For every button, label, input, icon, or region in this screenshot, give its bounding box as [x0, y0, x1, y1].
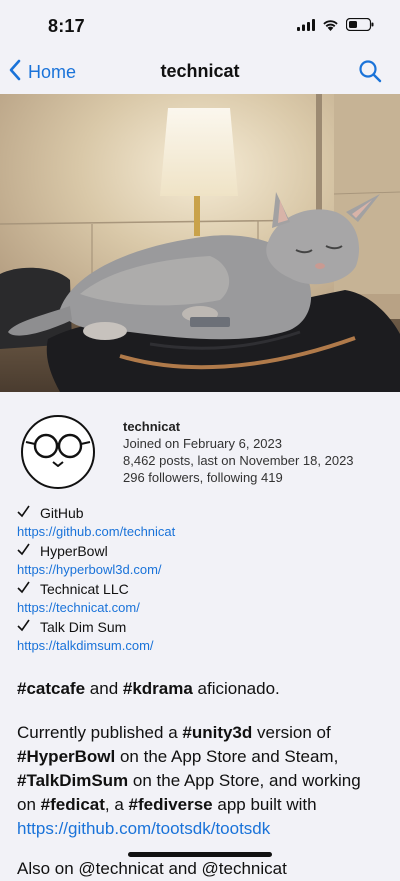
hashtag-unity3d[interactable]: #unity3d — [182, 723, 252, 742]
follow-stats[interactable]: 296 followers, following 419 — [123, 470, 283, 485]
check-icon — [17, 581, 30, 597]
status-bar: 8:17 — [0, 0, 400, 50]
profile-banner-image — [0, 94, 400, 392]
tootsdk-link[interactable]: https://github.com/tootsdk/tootsdk — [17, 819, 270, 838]
search-icon — [358, 60, 382, 87]
bio-text: and — [85, 679, 123, 698]
link-url[interactable]: https://github.com/technicat — [17, 524, 175, 541]
check-icon — [17, 543, 30, 559]
link-title: GitHub — [40, 504, 84, 521]
bio-paragraph-3: Also on @technicat and @technicat — [17, 859, 287, 878]
profile-link-github: GitHub https://github.com/technicat — [17, 503, 175, 541]
joined-date: Joined on February 6, 2023 — [123, 436, 282, 451]
navigation-bar: Home technicat — [0, 50, 400, 94]
search-button[interactable] — [358, 59, 382, 88]
post-stats: 8,462 posts, last on November 18, 2023 — [123, 453, 354, 468]
avatar[interactable] — [20, 414, 96, 490]
status-icons — [297, 17, 374, 36]
link-title: Technicat LLC — [40, 580, 129, 597]
check-icon — [17, 619, 30, 635]
link-title: HyperBowl — [40, 542, 108, 559]
profile-link-talkdimsum: Talk Dim Sum https://talkdimsum.com/ — [17, 617, 154, 655]
battery-icon — [345, 17, 374, 36]
bio-text: on — [17, 795, 41, 814]
hashtag-talkdimsum[interactable]: #TalkDimSum — [17, 771, 128, 790]
bio-text: aficionado. — [192, 679, 280, 698]
cat-glasses-avatar-icon — [21, 415, 95, 489]
link-url[interactable]: https://hyperbowl3d.com/ — [17, 562, 162, 579]
hashtag-fediverse[interactable]: #fediverse — [129, 795, 213, 814]
link-url[interactable]: https://technicat.com/ — [17, 600, 140, 617]
profile-link-hyperbowl: HyperBowl https://hyperbowl3d.com/ — [17, 541, 162, 579]
bio-text: app built with — [212, 795, 317, 814]
hashtag-fedicat[interactable]: #fedicat — [41, 795, 105, 814]
wifi-icon — [322, 18, 339, 36]
profile-link-technicat: Technicat LLC https://technicat.com/ — [17, 579, 140, 617]
hashtag-hyperbowl[interactable]: #HyperBowl — [17, 747, 115, 766]
hashtag-catcafe[interactable]: #catcafe — [17, 679, 85, 698]
page-title: technicat — [160, 61, 240, 81]
profile-name: technicat — [123, 419, 181, 434]
hashtag-kdrama[interactable]: #kdrama — [123, 679, 193, 698]
signal-icon — [297, 18, 315, 36]
bio-text: on the App Store and Steam, — [115, 747, 339, 766]
bio-text: , a — [104, 795, 129, 814]
bio-text: on the App Store, and working — [128, 771, 361, 790]
bio-paragraph-1: #catcafe and #kdrama aficionado. — [17, 677, 389, 701]
link-url[interactable]: https://talkdimsum.com/ — [17, 638, 154, 655]
link-title: Talk Dim Sum — [40, 618, 127, 635]
bio-text: Currently published a — [17, 723, 183, 742]
status-time: 8:17 — [48, 16, 85, 36]
check-icon — [17, 505, 30, 521]
bio-paragraph-2: Currently published a #unity3d version o… — [17, 721, 389, 841]
bio-text: version of — [252, 723, 331, 742]
home-indicator — [128, 852, 272, 857]
